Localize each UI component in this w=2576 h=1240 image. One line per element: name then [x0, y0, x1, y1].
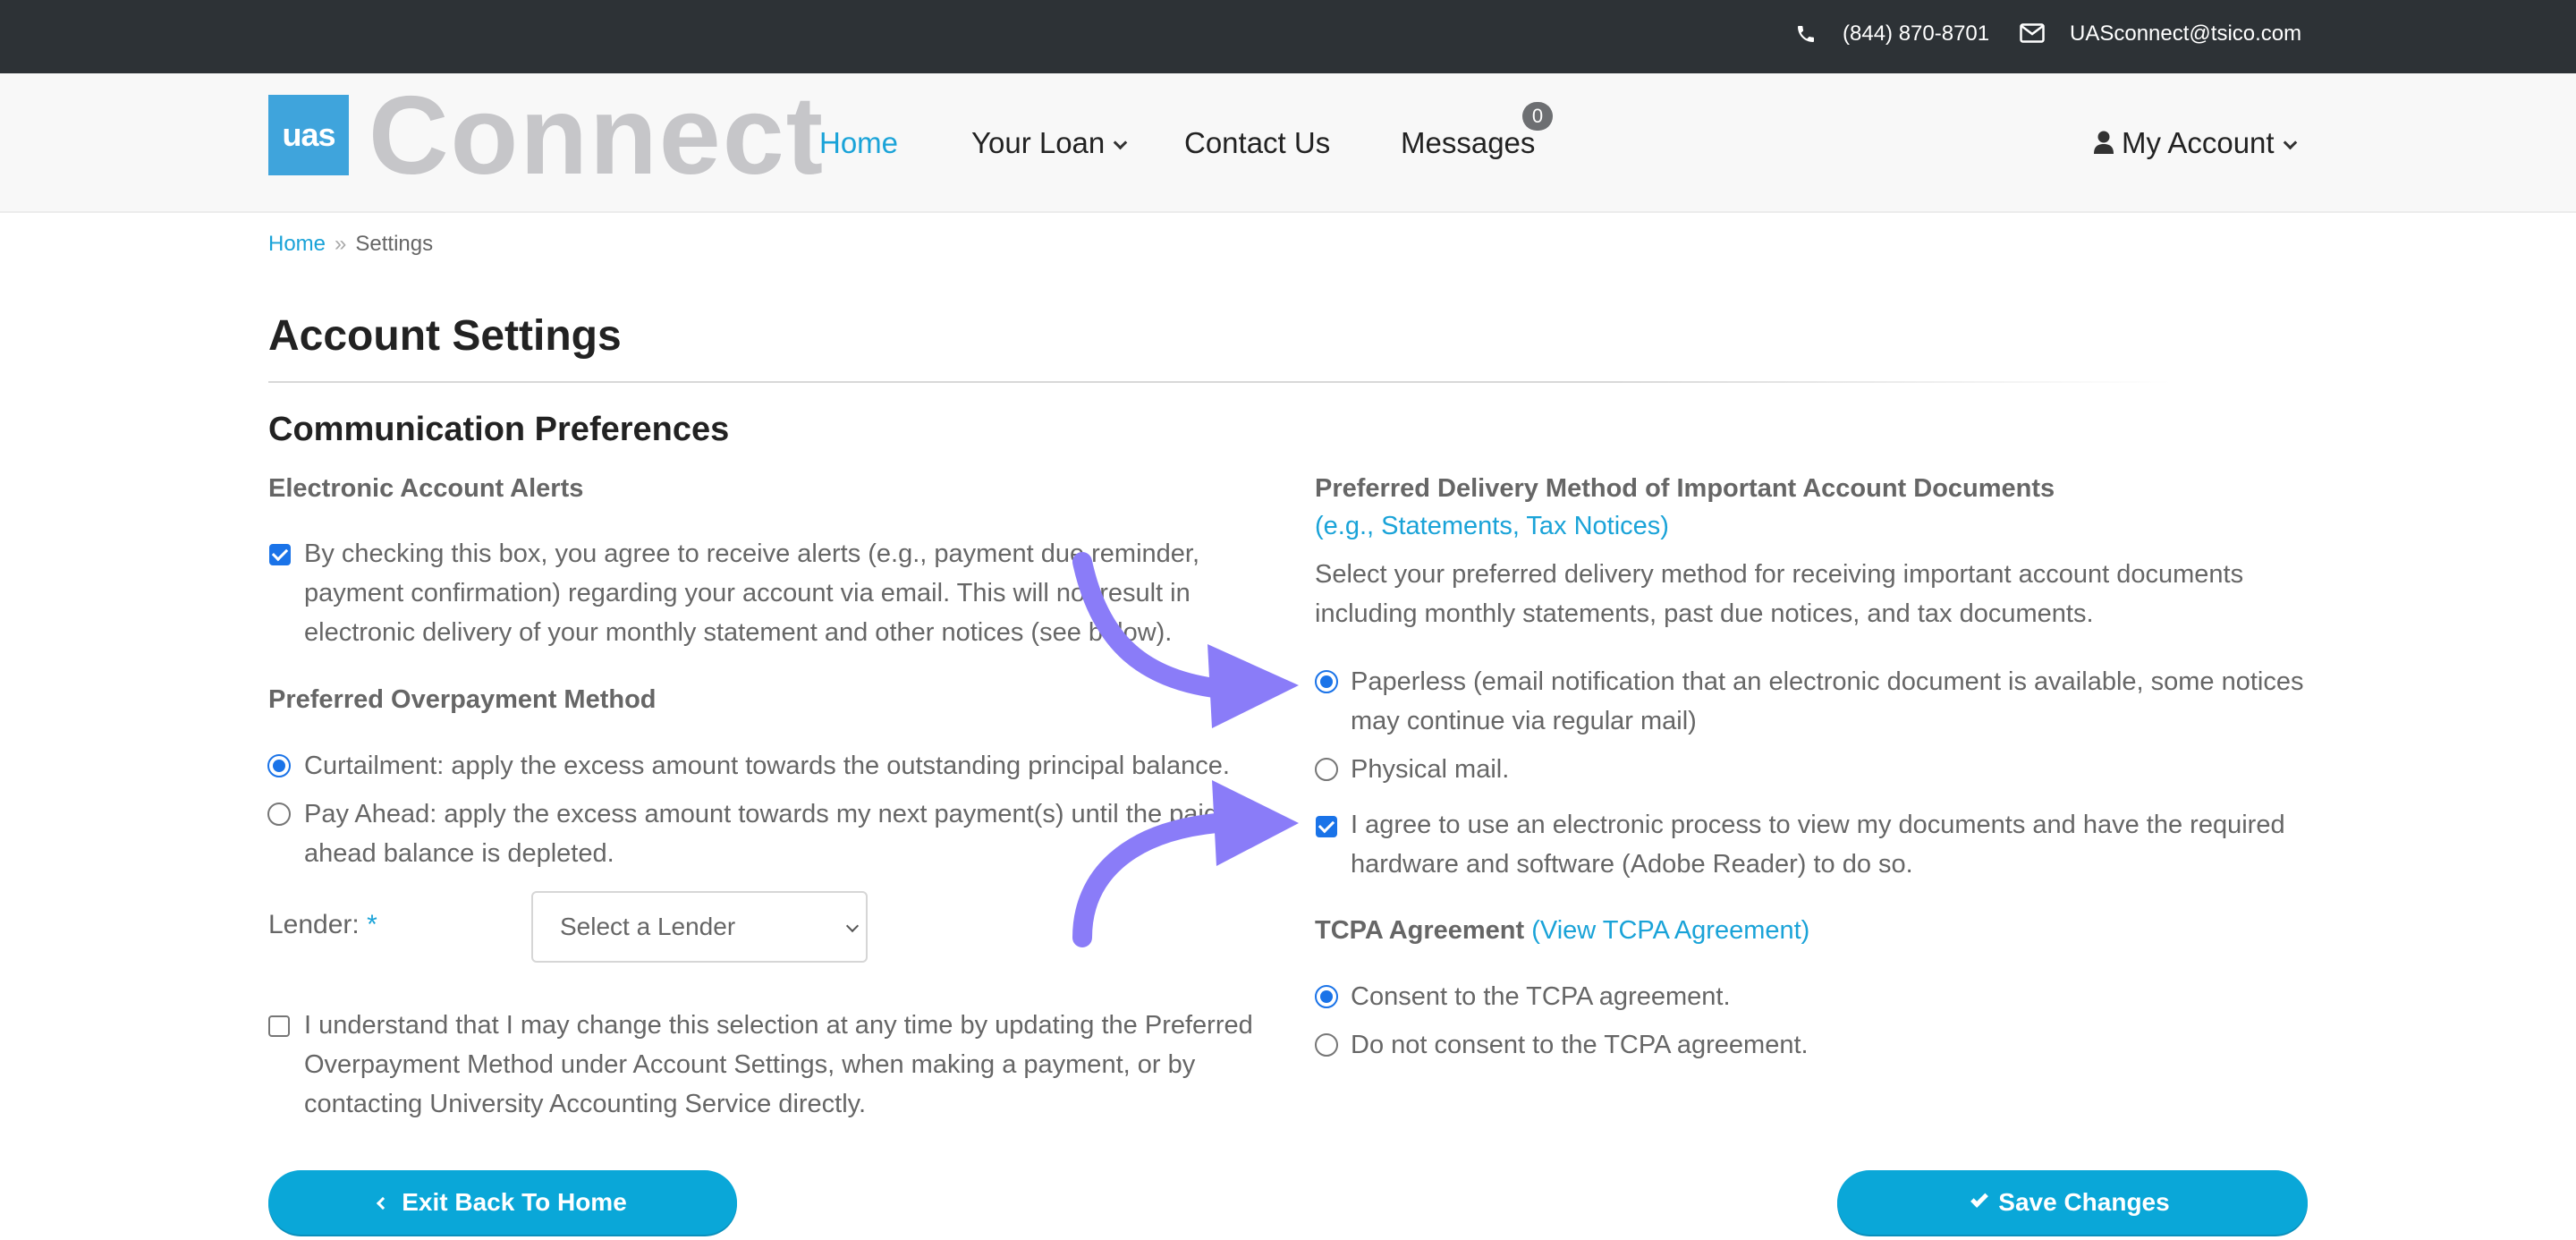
exit-back-to-home-button[interactable]: Exit Back To Home [268, 1170, 737, 1235]
user-icon [2094, 131, 2114, 155]
tcpa-no-consent-radio[interactable] [1315, 1033, 1338, 1057]
alerts-checkbox[interactable] [269, 544, 291, 565]
pay-ahead-radio[interactable] [267, 803, 291, 826]
nav-your-loan-label: Your Loan [971, 126, 1106, 159]
title-divider [268, 381, 2174, 383]
nav-contact-us[interactable]: Contact Us [1184, 125, 1330, 161]
lender-select[interactable]: Select a Lender [531, 891, 868, 963]
tcpa-consent-radio[interactable] [1315, 985, 1338, 1008]
phone-number[interactable]: (844) 870-8701 [1843, 21, 1989, 47]
physical-mail-label: Physical mail. [1351, 755, 1510, 784]
section-title: Communication Preferences [268, 411, 730, 448]
nav-messages[interactable]: Messages [1401, 125, 1535, 161]
electronic-agree-text: I agree to use an electronic process to … [1351, 811, 2285, 879]
nav-home[interactable]: Home [819, 125, 898, 161]
electronic-agree-checkbox[interactable] [1316, 816, 1337, 837]
messages-count-badge: 0 [1522, 102, 1553, 131]
breadcrumb: Home » Settings [268, 231, 433, 258]
chevron-down-icon [845, 919, 860, 933]
nav-my-account-label: My Account [2122, 126, 2275, 159]
overpayment-acknowledge-checkbox[interactable] [268, 1015, 290, 1037]
exit-button-label: Exit Back To Home [402, 1188, 627, 1216]
delivery-description: Select your preferred delivery method fo… [1315, 560, 2244, 628]
tcpa-no-consent-label: Do not consent to the TCPA agreement. [1351, 1031, 1809, 1059]
nav-your-loan[interactable]: Your Loan [971, 125, 1128, 161]
lender-label: Lender: * [268, 909, 377, 941]
save-button-label: Save Changes [1998, 1188, 2170, 1216]
breadcrumb-separator: » [335, 232, 347, 256]
page-title: Account Settings [268, 312, 622, 360]
logo-mark[interactable]: uas [268, 95, 349, 175]
chevron-left-icon [377, 1196, 390, 1210]
lender-label-text: Lender: [268, 910, 360, 939]
save-changes-button[interactable]: Save Changes [1837, 1170, 2308, 1235]
lender-select-value: Select a Lender [560, 913, 736, 940]
breadcrumb-current: Settings [355, 232, 434, 256]
annotation-arrow [1072, 552, 1299, 728]
checkmark-icon [1970, 1190, 1989, 1208]
overpayment-heading: Preferred Overpayment Method [268, 685, 657, 714]
paperless-label: Paperless (email notification that an el… [1351, 667, 2304, 735]
alerts-heading: Electronic Account Alerts [268, 474, 584, 503]
physical-mail-radio[interactable] [1315, 758, 1338, 781]
mail-icon [2020, 23, 2045, 43]
breadcrumb-home[interactable]: Home [268, 232, 326, 256]
nav-my-account[interactable]: My Account [2093, 125, 2297, 161]
tcpa-view-link[interactable]: (View TCPA Agreement) [1531, 916, 1809, 945]
annotation-arrow [1072, 780, 1299, 947]
paperless-radio[interactable] [1315, 670, 1338, 693]
tcpa-consent-label: Consent to the TCPA agreement. [1351, 982, 1731, 1011]
tcpa-heading: TCPA Agreement [1315, 916, 1525, 945]
delivery-heading: Preferred Delivery Method of Important A… [1315, 474, 2055, 503]
curtailment-radio[interactable] [267, 754, 291, 777]
tcpa-heading-line: TCPA Agreement (View TCPA Agreement) [1315, 911, 1809, 950]
delivery-examples-link[interactable]: (e.g., Statements, Tax Notices) [1315, 506, 1669, 546]
email-address[interactable]: UASconnect@tsico.com [2070, 21, 2301, 47]
chevron-down-icon [1113, 135, 1128, 150]
logo-wordmark[interactable]: Connect [369, 81, 825, 191]
chevron-down-icon [2283, 135, 2297, 150]
phone-icon [1798, 26, 1814, 42]
required-marker: * [367, 910, 377, 939]
top-contact-bar: (844) 870-8701 UASconnect@tsico.com [0, 0, 2576, 73]
overpayment-acknowledge-text: I understand that I may change this sele… [304, 1011, 1253, 1118]
